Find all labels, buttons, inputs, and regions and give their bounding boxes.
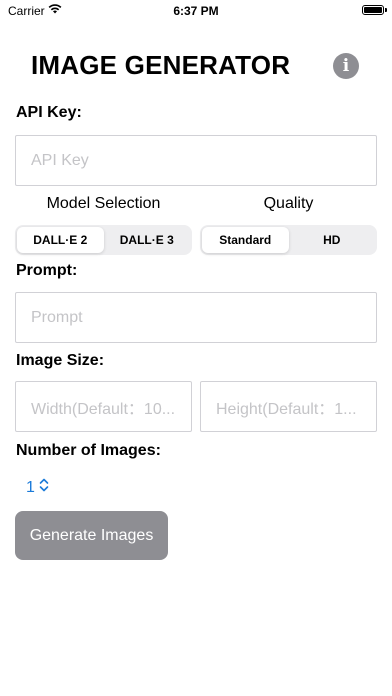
api-key-label: API Key: [16,104,82,121]
model-selection-control: DALL·E 2 DALL·E 3 [15,225,192,255]
quality-control: Standard HD [200,225,377,255]
api-key-field[interactable]: API Key [15,135,377,186]
height-field[interactable]: Height(Default：1... [200,381,377,432]
height-placeholder: Height(Default：1... [216,400,357,418]
battery-icon [362,5,387,15]
segment-dalle-3[interactable]: DALL·E 3 [104,227,191,253]
generate-images-button[interactable]: Generate Images [15,511,168,560]
width-placeholder: Width(Default：10... [31,400,176,418]
number-of-images-value: 1 [26,478,35,496]
model-selection-label: Model Selection [46,195,161,212]
info-icon[interactable]: i [333,53,359,79]
number-of-images-picker[interactable]: 1 [26,478,49,497]
image-size-label: Image Size: [16,352,105,369]
prompt-label: Prompt: [16,262,78,279]
chevron-up-down-icon [39,478,49,497]
width-field[interactable]: Width(Default：10... [15,381,192,432]
status-time: 6:37 PM [173,4,219,18]
number-of-images-label: Number of Images: [16,442,161,459]
quality-label: Quality [263,195,314,212]
segment-hd[interactable]: HD [289,227,376,253]
api-key-placeholder: API Key [31,151,89,169]
segment-dalle-2[interactable]: DALL·E 2 [17,227,104,253]
page-title: IMAGE GENERATOR [31,50,291,80]
prompt-field[interactable]: Prompt [15,292,377,343]
app-screen: Carrier 6:37 PM IMAGE GENERATOR i API Ke… [0,0,392,696]
status-bar: Carrier 6:37 PM [0,0,392,22]
segment-standard[interactable]: Standard [202,227,289,253]
prompt-placeholder: Prompt [31,308,83,326]
